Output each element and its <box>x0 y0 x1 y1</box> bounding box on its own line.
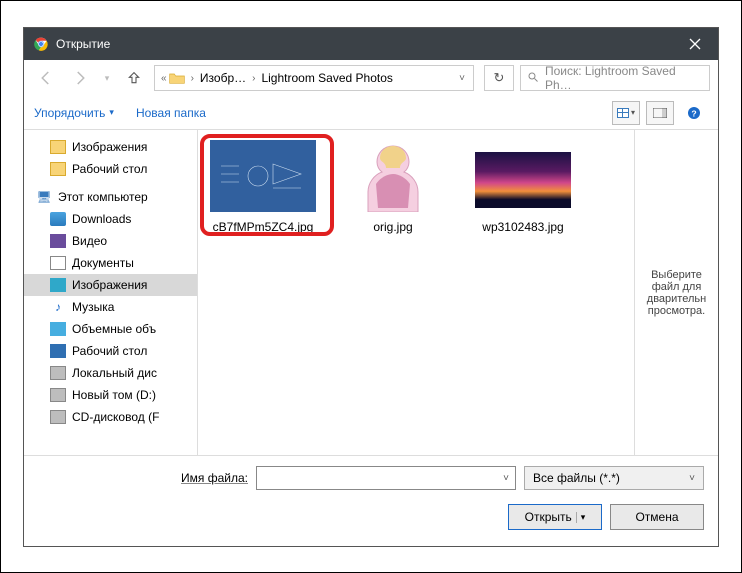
folder-icon <box>50 140 66 154</box>
sidebar-item-documents[interactable]: Документы <box>24 252 197 274</box>
filename-label: Имя файла: <box>38 471 248 485</box>
sidebar-item-images2[interactable]: Изображения <box>24 274 197 296</box>
thumbnails-icon <box>617 108 629 118</box>
address-row: ▾ « › Изобр… › Lightroom Saved Photos ˅ … <box>24 60 718 96</box>
chevron-right-icon: › <box>250 73 257 84</box>
sidebar: Изображения Рабочий стол 🖥Этот компьютер… <box>24 130 198 455</box>
file-item[interactable]: wp3102483.jpg <box>464 140 582 235</box>
folder-icon <box>50 162 66 176</box>
chevron-left-icon: « <box>159 73 169 84</box>
chevron-down-icon[interactable]: ˅ <box>497 473 515 484</box>
sidebar-item-thispc[interactable]: 🖥Этот компьютер <box>24 186 197 208</box>
bottom-controls: Имя файла: ˅ Все файлы (*.*) ˅ Открыть ▾… <box>24 456 718 546</box>
music-icon: ♪ <box>50 300 66 314</box>
chevron-down-icon: ▾ <box>631 108 635 117</box>
sidebar-item-downloads[interactable]: Downloads <box>24 208 197 230</box>
titlebar: Открытие <box>24 28 718 60</box>
cd-icon <box>50 410 66 424</box>
help-icon: ? <box>686 105 702 121</box>
pane-icon <box>653 108 667 118</box>
file-thumbnail <box>470 140 576 212</box>
downloads-icon <box>50 212 66 226</box>
chevron-down-icon[interactable]: ˅ <box>459 73 469 84</box>
window-title: Открытие <box>56 37 672 51</box>
nav-up-button[interactable] <box>120 64 148 92</box>
sidebar-item-objects[interactable]: Объемные объ <box>24 318 197 340</box>
sidebar-item-localdisk[interactable]: Локальный дис <box>24 362 197 384</box>
preview-text: Выберите файл для дварительн просмотра. <box>639 269 714 317</box>
search-placeholder: Поиск: Lightroom Saved Ph… <box>545 64 703 92</box>
file-item[interactable]: orig.jpg <box>334 140 452 235</box>
sidebar-item-video[interactable]: Видео <box>24 230 197 252</box>
cancel-button[interactable]: Отмена <box>610 504 704 530</box>
chevron-down-icon: ▾ <box>109 107 114 118</box>
video-icon <box>50 234 66 248</box>
file-label: cB7fMPm5ZC4.jpg <box>213 220 314 235</box>
organize-button[interactable]: Упорядочить ▾ <box>34 106 114 120</box>
document-icon <box>50 256 66 270</box>
chevron-right-icon: › <box>189 73 196 84</box>
chrome-icon <box>34 37 48 51</box>
folder-icon <box>169 71 185 85</box>
sidebar-item-newvol[interactable]: Новый том (D:) <box>24 384 197 406</box>
toolbar: Упорядочить ▾ Новая папка ▾ ? <box>24 96 718 130</box>
sidebar-item-cddrive[interactable]: CD-дисковод (F <box>24 406 197 428</box>
chevron-down-icon[interactable]: ▾ <box>576 512 586 523</box>
svg-text:?: ? <box>691 108 696 118</box>
breadcrumb[interactable]: « › Изобр… › Lightroom Saved Photos ˅ <box>154 65 474 91</box>
file-thumbnail <box>210 140 316 212</box>
sidebar-item-desktop[interactable]: Рабочий стол <box>24 158 197 180</box>
chevron-down-icon: ˅ <box>689 473 695 484</box>
nav-recent-button[interactable]: ▾ <box>100 64 114 92</box>
preview-pane: Выберите файл для дварительн просмотра. <box>634 130 718 455</box>
search-input[interactable]: Поиск: Lightroom Saved Ph… <box>520 65 710 91</box>
search-icon <box>527 71 539 86</box>
filename-input[interactable]: ˅ <box>256 466 516 490</box>
open-button[interactable]: Открыть ▾ <box>508 504 602 530</box>
close-button[interactable] <box>672 28 718 60</box>
sidebar-item-images[interactable]: Изображения <box>24 136 197 158</box>
images-icon <box>50 278 66 292</box>
nav-back-button[interactable] <box>32 64 60 92</box>
view-mode-button[interactable]: ▾ <box>612 101 640 125</box>
computer-icon: 🖥 <box>36 190 52 204</box>
help-button[interactable]: ? <box>680 101 708 125</box>
objects-icon <box>50 322 66 336</box>
file-label: wp3102483.jpg <box>482 220 563 235</box>
file-label: orig.jpg <box>373 220 412 235</box>
nav-forward-button[interactable] <box>66 64 94 92</box>
sidebar-item-music[interactable]: ♪Музыка <box>24 296 197 318</box>
file-item[interactable]: cB7fMPm5ZC4.jpg <box>204 140 322 235</box>
breadcrumb-item[interactable]: Lightroom Saved Photos <box>257 71 396 85</box>
refresh-button[interactable]: ↻ <box>484 65 514 91</box>
sidebar-item-desktop2[interactable]: Рабочий стол <box>24 340 197 362</box>
disk-icon <box>50 388 66 402</box>
disk-icon <box>50 366 66 380</box>
preview-pane-button[interactable] <box>646 101 674 125</box>
desktop-icon <box>50 344 66 358</box>
filetype-filter[interactable]: Все файлы (*.*) ˅ <box>524 466 704 490</box>
file-list[interactable]: cB7fMPm5ZC4.jpg orig.jpg wp3102483.jpg <box>198 130 634 455</box>
new-folder-button[interactable]: Новая папка <box>136 106 206 120</box>
breadcrumb-item[interactable]: Изобр… <box>196 71 250 85</box>
file-thumbnail <box>340 140 446 212</box>
